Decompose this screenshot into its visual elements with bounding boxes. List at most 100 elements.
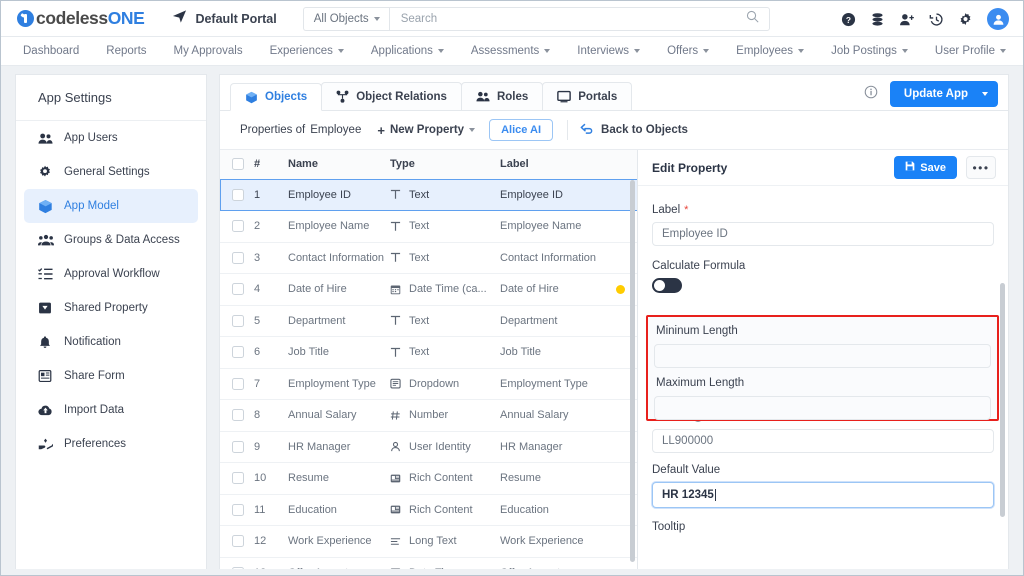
table-row[interactable]: 1 Employee ID Text Employee ID — [220, 179, 638, 211]
nav-item-applications[interactable]: Applications — [371, 45, 444, 57]
sidebar-item-shared-property[interactable]: Shared Property — [24, 291, 198, 325]
table-row[interactable]: 5 Department Text Department — [220, 305, 638, 337]
history-icon[interactable] — [929, 12, 944, 27]
row-checkbox-cell[interactable] — [220, 242, 254, 274]
nav-item-job-postings[interactable]: Job Postings — [831, 45, 908, 57]
sidebar-item-app-users[interactable]: App Users — [24, 121, 198, 155]
row-checkbox-cell[interactable] — [220, 368, 254, 400]
save-button[interactable]: Save — [894, 156, 957, 179]
table-row[interactable]: 6 Job Title Text Job Title — [220, 337, 638, 369]
table-row[interactable]: 9 HR Manager User Identity HR Manager — [220, 431, 638, 463]
min-length-input[interactable] — [654, 344, 991, 368]
tab-objects[interactable]: Objects — [230, 83, 322, 111]
table-row[interactable]: 2 Employee Name Text Employee Name — [220, 211, 638, 243]
top-icon-group: ? — [841, 1, 1009, 37]
gear-icon[interactable] — [958, 12, 973, 27]
back-to-objects-button[interactable]: Back to Objects — [580, 123, 688, 138]
row-checkbox-cell[interactable] — [220, 337, 254, 369]
sidebar-item-preferences[interactable]: Preferences — [24, 427, 198, 461]
row-checkbox[interactable] — [232, 504, 244, 516]
row-checkbox[interactable] — [232, 535, 244, 547]
row-checkbox[interactable] — [232, 441, 244, 453]
pattern-input[interactable]: LL900000 — [652, 429, 994, 453]
row-checkbox-cell[interactable] — [220, 179, 254, 211]
info-icon[interactable] — [864, 85, 878, 104]
update-app-button[interactable]: Update App — [890, 81, 998, 107]
help-icon[interactable]: ? — [841, 12, 856, 27]
sidebar-item-import-data[interactable]: Import Data — [24, 393, 198, 427]
tab-roles[interactable]: Roles — [461, 82, 543, 110]
add-user-icon[interactable] — [899, 12, 915, 27]
table-row[interactable]: 7 Employment Type Dropdown Employment Ty… — [220, 368, 638, 400]
row-checkbox-cell[interactable] — [220, 400, 254, 432]
row-checkbox-cell[interactable] — [220, 431, 254, 463]
nav-item-employees[interactable]: Employees — [736, 45, 804, 57]
table-row[interactable]: 11 Education Rich Content Education — [220, 494, 638, 526]
row-checkbox-cell[interactable] — [220, 211, 254, 243]
row-checkbox[interactable] — [232, 472, 244, 484]
row-type: Dropdown — [390, 368, 500, 400]
edit-pane-scrollbar[interactable] — [1000, 283, 1005, 517]
chevron-down-icon[interactable] — [982, 92, 988, 96]
search-icon[interactable] — [746, 10, 759, 28]
row-checkbox[interactable] — [232, 346, 244, 358]
table-row[interactable]: 3 Contact Information Text Contact Infor… — [220, 242, 638, 274]
row-checkbox[interactable] — [232, 252, 244, 264]
nav-item-assessments[interactable]: Assessments — [471, 45, 550, 57]
column-header-name[interactable]: Name — [288, 150, 390, 179]
sidebar-item-groups-data-access[interactable]: Groups & Data Access — [24, 223, 198, 257]
nav-item-interviews[interactable]: Interviews — [577, 45, 640, 57]
nav-item-reports[interactable]: Reports — [106, 45, 146, 57]
table-row[interactable]: 8 Annual Salary Number Annual Salary — [220, 400, 638, 432]
row-type-text: Text — [409, 252, 433, 264]
row-checkbox[interactable] — [232, 189, 244, 201]
alice-ai-button[interactable]: Alice AI — [489, 119, 553, 141]
tab-portals[interactable]: Portals — [542, 82, 632, 110]
table-row[interactable]: 4 Date of Hire Date Time (ca... Date of … — [220, 274, 638, 306]
sidebar-item-notification[interactable]: Notification — [24, 325, 198, 359]
row-checkbox-cell[interactable] — [220, 526, 254, 558]
row-checkbox[interactable] — [232, 315, 244, 327]
sidebar-item-share-form[interactable]: Share Form — [24, 359, 198, 393]
row-checkbox-cell[interactable] — [220, 494, 254, 526]
select-all-checkbox[interactable] — [232, 158, 244, 170]
sidebar-item-general-settings[interactable]: General Settings — [24, 155, 198, 189]
table-row[interactable]: 10 Resume Rich Content Resume — [220, 463, 638, 495]
column-header-type[interactable]: Type — [390, 150, 500, 179]
more-options-button[interactable]: ••• — [966, 156, 996, 179]
row-checkbox[interactable] — [232, 409, 244, 421]
calculate-formula-caption: Calculate Formula — [652, 260, 994, 272]
chevron-down-icon[interactable] — [469, 128, 475, 132]
table-row[interactable]: 12 Work Experience Long Text Work Experi… — [220, 526, 638, 558]
default-value-input[interactable]: HR 12345 — [652, 482, 994, 508]
nav-item-user-profile[interactable]: User Profile — [935, 45, 1006, 57]
row-checkbox-cell[interactable] — [220, 274, 254, 306]
label-input[interactable]: Employee ID — [652, 222, 994, 246]
nav-item-offers[interactable]: Offers — [667, 45, 709, 57]
nav-item-experiences[interactable]: Experiences — [270, 45, 344, 57]
portal-selector[interactable]: Default Portal — [172, 9, 276, 29]
sidebar-item-app-model[interactable]: App Model — [24, 189, 198, 223]
column-header-label[interactable]: Label — [500, 150, 616, 179]
table-scrollbar[interactable] — [630, 180, 635, 562]
calculate-formula-toggle[interactable] — [652, 278, 682, 293]
row-checkbox[interactable] — [232, 378, 244, 390]
tab-object-relations[interactable]: Object Relations — [321, 82, 462, 110]
avatar[interactable] — [987, 8, 1009, 30]
nav-item-my-approvals[interactable]: My Approvals — [174, 45, 243, 57]
new-property-button[interactable]: + New Property — [377, 123, 475, 138]
nav-item-dashboard[interactable]: Dashboard — [23, 45, 79, 57]
object-name-link[interactable]: Employee — [310, 124, 361, 136]
row-checkbox[interactable] — [232, 283, 244, 295]
column-header-number[interactable]: # — [254, 150, 288, 179]
all-objects-dropdown[interactable]: All Objects — [303, 7, 389, 31]
max-length-input[interactable] — [654, 396, 991, 420]
select-all-header[interactable] — [220, 150, 254, 179]
sidebar-item-approval-workflow[interactable]: Approval Workflow — [24, 257, 198, 291]
app-logo[interactable]: codelessONE — [17, 8, 144, 29]
database-icon[interactable] — [870, 12, 885, 27]
row-checkbox[interactable] — [232, 220, 244, 232]
row-checkbox-cell[interactable] — [220, 305, 254, 337]
row-checkbox-cell[interactable] — [220, 463, 254, 495]
search-input[interactable]: Search — [389, 7, 770, 31]
